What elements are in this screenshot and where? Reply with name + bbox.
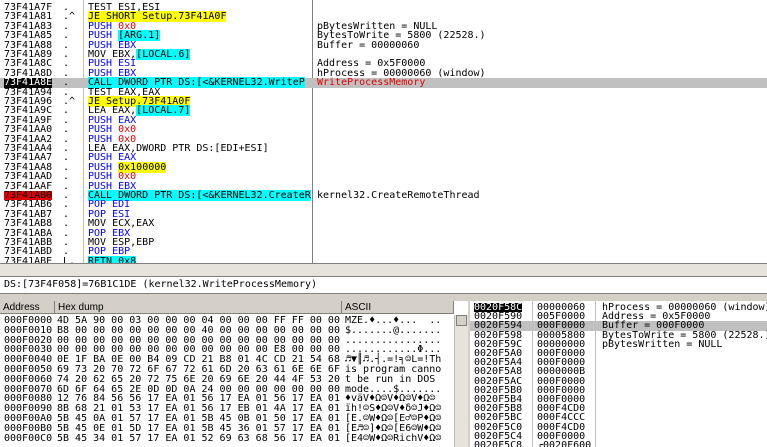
instruction-comment: WriteProcessMemory (317, 77, 426, 89)
stack-pane[interactable]: 0020F58C 00000060 hProcess = 00000060 (win… (470, 301, 767, 447)
dump-header-address[interactable]: Address (0, 301, 55, 314)
stack-address: 0020F5C8 (474, 440, 523, 447)
scroll-up-icon[interactable] (456, 315, 467, 326)
dump-hex: 4D 5A 90 00 03 00 00 00 04 00 00 00 FF F… (57, 315, 340, 326)
stack-row[interactable]: 0020F5C8 ┌0020F600 (470, 440, 767, 447)
info-text: DS:[73F4F058]=76B1C1DE (kernel32.WritePr… (4, 279, 318, 290)
dump-ascii: [E4☺W♦Ω☺RichV♦Ω☺ (345, 432, 442, 444)
horizontal-scrollbar[interactable] (0, 263, 767, 276)
stack-value: ┌0020F600 (537, 440, 592, 447)
dump-hex: 5B 45 0A 01 57 17 EA 01 5B 45 0B 01 50 1… (57, 413, 340, 424)
info-line: DS:[73F4F058]=76B1C1DE (kernel32.WritePr… (0, 276, 767, 294)
dump-ascii: [E♬☺]♦Ω☺[E6☺W♦Ω☺ (345, 422, 442, 434)
dump-hex: 74 20 62 65 20 72 75 6E 20 69 6E 20 44 4… (57, 373, 340, 385)
dump-hex: B8 00 00 00 00 00 00 00 40 00 00 00 00 0… (57, 324, 340, 336)
disassembly-pane[interactable]: 73F41A7F . TEST ESI,ESI 73F41A81 .^ JE SHOR… (0, 0, 767, 263)
dump-hex: 5B 45 34 01 57 17 EA 01 52 69 63 68 56 1… (57, 432, 340, 444)
dump-ascii: MZE.♦...♦... .. (345, 315, 442, 326)
dump-ascii: [E.☺W♦Ω☺[E♂☺P♦Ω☺ (345, 413, 442, 424)
dump-header-ascii[interactable]: ASCII (342, 301, 454, 314)
stack-comment: pBytesWritten = NULL (602, 338, 723, 350)
dump-address: 000F00B0 (4, 422, 53, 434)
dump-address: 000F0050 (4, 364, 53, 375)
dump-address: 000F00C0 (4, 432, 53, 444)
dump-header-hex[interactable]: Hex dump (55, 301, 342, 314)
dump-address: 000F0060 (4, 373, 53, 385)
dump-scrollbar[interactable] (454, 315, 468, 447)
dump-row[interactable]: 000F00C0 5B 45 34 01 57 17 EA 01 52 69 63… (0, 432, 460, 444)
dump-hex: 69 73 20 70 72 6F 67 72 61 6D 20 63 61 6… (57, 364, 340, 375)
instruction-comment: Buffer = 00000060 (317, 39, 420, 51)
dump-hex: 5B 45 0E 01 5D 17 EA 01 5B 45 36 01 57 1… (57, 422, 340, 434)
dump-ascii: t be run in DOS (345, 373, 442, 385)
dump-ascii: $.......@....... (345, 324, 442, 336)
dump-address: 000F0010 (4, 324, 53, 336)
dump-address: 000F0000 (4, 315, 53, 326)
hex-dump-pane[interactable]: Address Hex dump ASCII 000F0000 4D 5A 90 … (0, 301, 468, 447)
dump-ascii: is program canno (345, 364, 442, 375)
instruction-comment: kernel32.CreateRemoteThread (317, 190, 480, 201)
dump-address: 000F00A0 (4, 413, 53, 424)
